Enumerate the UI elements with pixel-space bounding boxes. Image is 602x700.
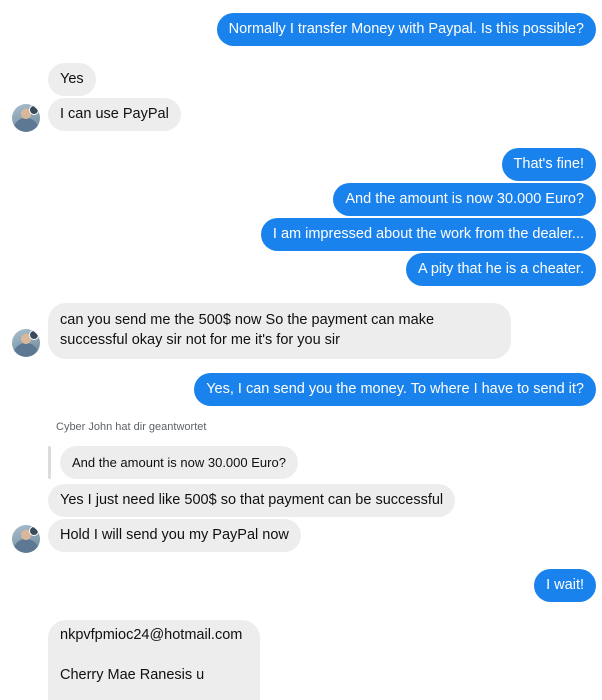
message-outgoing[interactable]: Normally I transfer Money with Paypal. I… [216, 13, 596, 46]
message-incoming[interactable]: Hold I will send you my PayPal now [48, 519, 301, 552]
quoted-message[interactable]: And the amount is now 30.000 Euro? [60, 446, 298, 479]
reply-quote-bar [48, 446, 51, 479]
reply-indicator-text: Cyber John hat dir geantwortet [56, 421, 207, 433]
message-incoming[interactable]: Yes I just need like 500$ so that paymen… [48, 484, 456, 517]
contact-avatar[interactable] [12, 104, 40, 132]
message-incoming[interactable]: Yes [48, 63, 96, 96]
message-line-spacer [60, 645, 248, 665]
message-outgoing[interactable]: I am impressed about the work from the d… [260, 218, 596, 251]
chat-thread: Normally I transfer Money with Paypal. I… [0, 0, 602, 700]
message-incoming[interactable]: I can use PayPal [48, 98, 181, 131]
contact-avatar[interactable] [12, 329, 40, 357]
message-line-email: nkpvfpmioc24@hotmail.com [60, 627, 243, 643]
contact-avatar[interactable] [12, 525, 40, 553]
message-outgoing[interactable]: A pity that he is a cheater. [405, 253, 596, 286]
message-incoming[interactable]: nkpvfpmioc24@hotmail.com Cherry Mae Rane… [48, 620, 260, 700]
message-incoming[interactable]: can you send me the 500$ now So the paym… [48, 303, 511, 359]
message-outgoing[interactable]: And the amount is now 30.000 Euro? [333, 183, 596, 216]
message-outgoing[interactable]: I wait! [534, 569, 596, 602]
message-outgoing[interactable]: That's fine! [501, 148, 596, 181]
message-line-name: Cherry Mae Ranesis u [60, 667, 205, 683]
message-outgoing[interactable]: Yes, I can send you the money. To where … [194, 373, 596, 406]
